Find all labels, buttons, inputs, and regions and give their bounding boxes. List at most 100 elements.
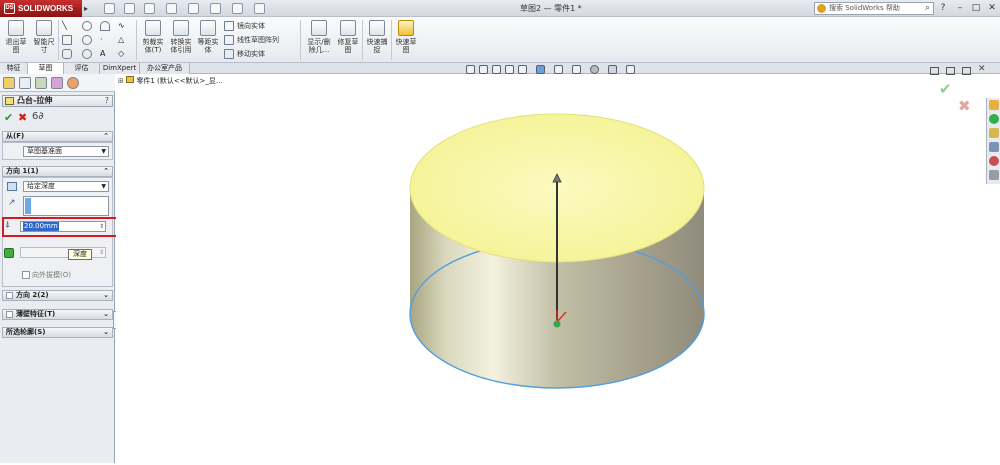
feature-manager-icon[interactable] (3, 77, 15, 89)
direction-selection-box[interactable] (23, 196, 109, 216)
print-icon[interactable] (166, 3, 177, 14)
collapse-chevron-icon[interactable]: ⌃ (103, 132, 109, 141)
section-view-icon[interactable] (505, 65, 514, 74)
detailed-preview-icon[interactable]: 6∂ (32, 111, 44, 122)
tab-evaluate[interactable]: 评估 (64, 63, 100, 74)
trim-entities-button[interactable]: 剪裁实体(T) (140, 20, 166, 54)
confirm-cancel-icon[interactable]: ✖ (958, 97, 971, 115)
mirror-icon[interactable] (224, 21, 234, 31)
draft-angle-input[interactable]: ⇕ (20, 247, 106, 258)
thin-feature-checkbox[interactable] (6, 311, 13, 318)
point-icon[interactable]: · (100, 35, 110, 45)
dynamic-annotation-icon[interactable] (518, 65, 527, 74)
exit-sketch-button[interactable]: 退出草图 (4, 20, 28, 54)
file-explorer-icon[interactable] (989, 128, 999, 138)
tab-dimxpert[interactable]: DimXpert (100, 63, 140, 74)
pm-help-button[interactable]: ? (105, 96, 109, 106)
display-style-icon[interactable] (554, 65, 563, 74)
appearances-icon[interactable] (989, 156, 999, 166)
ellipse-icon[interactable] (82, 35, 92, 45)
viewport-maximize-icon[interactable] (962, 67, 971, 75)
repair-sketch-button[interactable]: 修复草图 (336, 20, 360, 54)
solidworks-logo[interactable]: DS SOLIDWORKS (0, 0, 82, 17)
smart-dimension-button[interactable]: 智能尺寸 (32, 20, 56, 54)
draft-icon[interactable] (4, 248, 14, 258)
slot-icon[interactable] (62, 49, 72, 59)
reverse-direction-icon[interactable] (7, 182, 17, 191)
origin-point-icon[interactable] (553, 320, 561, 328)
design-library-icon[interactable] (989, 114, 999, 124)
viewport-tile-icon[interactable] (930, 67, 939, 75)
from-section-header[interactable]: 从(F) ⌃ (2, 131, 113, 142)
move-entities-label[interactable]: 移动实体 (237, 49, 265, 59)
convert-entities-button[interactable]: 转换实体引用 (168, 20, 194, 54)
configuration-manager-icon[interactable] (35, 77, 47, 89)
linear-pattern-icon[interactable] (224, 35, 234, 45)
view-settings-icon[interactable] (626, 65, 635, 74)
spline-icon[interactable]: ∿ (118, 21, 128, 31)
rapid-snap-button[interactable]: 快速捕捉 (365, 20, 389, 54)
move-icon[interactable] (224, 49, 234, 59)
zoom-area-icon[interactable] (479, 65, 488, 74)
thin-feature-section-header[interactable]: 薄壁特征(T) ⌄ (2, 309, 113, 320)
open-file-icon[interactable] (124, 3, 135, 14)
spin-arrows-icon[interactable]: ⇕ (99, 248, 104, 257)
linear-pattern-label[interactable]: 线性草图阵列 (237, 35, 279, 45)
dimxpert-manager-icon[interactable] (51, 77, 63, 89)
direction2-section-header[interactable]: 方向 2(2) ⌄ (2, 290, 113, 301)
zoom-to-fit-icon[interactable] (466, 65, 475, 74)
selected-contours-section-header[interactable]: 所选轮廓(S) ⌄ (2, 327, 113, 338)
cancel-x-icon[interactable]: ✖ (18, 111, 27, 124)
previous-view-icon[interactable] (492, 65, 501, 74)
tab-features[interactable]: 特征 (0, 63, 28, 74)
draft-outward-checkbox[interactable] (22, 271, 30, 279)
quick-sketch-button[interactable]: 快速草图 (394, 20, 418, 54)
expand-chevron-icon[interactable]: ⌄ (103, 291, 109, 300)
view-palette-icon[interactable] (989, 142, 999, 152)
scene-icon[interactable] (608, 65, 617, 74)
display-manager-icon[interactable] (67, 77, 79, 89)
expand-chevron-icon[interactable]: ⌄ (103, 310, 109, 319)
help-icon[interactable]: ? (937, 2, 949, 14)
graphics-area[interactable] (116, 74, 1000, 463)
restore-button[interactable]: □ (970, 2, 982, 14)
tab-office-products[interactable]: 办公室产品 (140, 63, 190, 74)
collapse-chevron-icon[interactable]: ⌃ (103, 167, 109, 176)
ok-check-icon[interactable]: ✔ (4, 111, 13, 124)
hide-show-icon[interactable] (572, 65, 581, 74)
fillet-icon[interactable] (82, 49, 92, 59)
expand-icon[interactable]: ⊞ (118, 77, 124, 85)
view-orientation-icon[interactable] (536, 65, 545, 74)
plane-icon[interactable]: ◇ (118, 49, 128, 59)
direction1-section-header[interactable]: 方向 1(1) ⌃ (2, 166, 113, 177)
model-view[interactable] (116, 74, 1000, 463)
offset-entities-button[interactable]: 等距实体 (196, 20, 220, 54)
undo-icon[interactable] (188, 3, 199, 14)
text-icon[interactable]: A (100, 49, 110, 59)
menu-arrow-icon[interactable]: ▸ (84, 4, 88, 13)
property-manager-icon[interactable] (19, 77, 31, 89)
close-button[interactable]: ✕ (986, 2, 998, 14)
display-relations-button[interactable]: 显示/删除几... (304, 20, 334, 54)
custom-properties-icon[interactable] (989, 170, 999, 180)
options-icon[interactable] (254, 3, 265, 14)
rectangle-icon[interactable] (62, 35, 72, 45)
new-file-icon[interactable] (104, 3, 115, 14)
viewport-restore-icon[interactable] (946, 67, 955, 75)
select-icon[interactable] (210, 3, 221, 14)
feature-tree-root[interactable]: ⊞ 零件1 (默认<<默认>_显... (118, 76, 223, 86)
expand-chevron-icon[interactable]: ⌄ (103, 328, 109, 337)
end-condition-dropdown[interactable]: 给定深度 ▼ (23, 181, 109, 192)
viewport-close-icon[interactable]: ✕ (978, 64, 986, 74)
save-icon[interactable] (144, 3, 155, 14)
search-input[interactable]: 搜索 SolidWorks 帮助 ⌕ (814, 2, 934, 15)
line-icon[interactable]: ╲ (62, 21, 72, 31)
resources-icon[interactable] (989, 100, 999, 110)
circle-icon[interactable] (82, 21, 92, 31)
confirm-ok-icon[interactable]: ✔ (939, 80, 952, 98)
polygon-icon[interactable]: △ (118, 35, 128, 45)
rebuild-icon[interactable] (232, 3, 243, 14)
edit-appearance-icon[interactable] (590, 65, 599, 74)
search-icon[interactable]: ⌕ (925, 3, 930, 14)
from-dropdown[interactable]: 草图基准面 ▼ (23, 146, 109, 157)
